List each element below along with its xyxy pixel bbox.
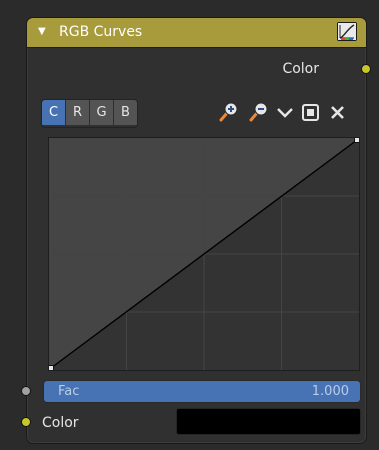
input-fac-socket[interactable] — [21, 386, 31, 396]
node-header[interactable]: ▼ RGB Curves — [27, 18, 366, 48]
output-color-label: Color — [282, 61, 319, 77]
curve-control-point[interactable] — [48, 365, 54, 371]
channel-r-button[interactable]: R — [66, 100, 90, 125]
channel-c-button[interactable]: C — [42, 100, 66, 125]
chevron-down-icon[interactable] — [274, 100, 296, 124]
fac-label: Fac — [58, 384, 80, 399]
zoom-in-icon[interactable] — [218, 100, 240, 124]
input-color-socket[interactable] — [21, 417, 31, 427]
input-color-swatch[interactable] — [176, 408, 361, 435]
fac-slider[interactable]: Fac 1.000 — [43, 380, 361, 403]
collapse-triangle-icon[interactable]: ▼ — [38, 25, 46, 39]
node-title: RGB Curves — [59, 24, 143, 40]
input-color-label: Color — [42, 415, 79, 431]
channel-b-button[interactable]: B — [114, 100, 137, 125]
curve-control-point[interactable] — [354, 137, 360, 143]
curve-canvas[interactable] — [48, 137, 360, 371]
clipping-icon[interactable] — [300, 100, 322, 124]
channel-selector: C R G B — [41, 99, 138, 128]
output-color-socket[interactable] — [361, 64, 371, 74]
curve-editor[interactable] — [48, 137, 360, 371]
curve-preview-icon — [338, 23, 356, 40]
channel-g-button[interactable]: G — [90, 100, 114, 125]
node-preview-icon[interactable] — [337, 22, 357, 41]
curve-upper-region — [49, 138, 357, 368]
rgb-curves-node[interactable]: ▼ RGB Curves Color C R G B Fac 1.000 Col… — [21, 17, 371, 444]
close-icon[interactable] — [327, 100, 349, 124]
zoom-out-icon[interactable] — [248, 100, 270, 124]
fac-value: 1.000 — [311, 384, 349, 399]
